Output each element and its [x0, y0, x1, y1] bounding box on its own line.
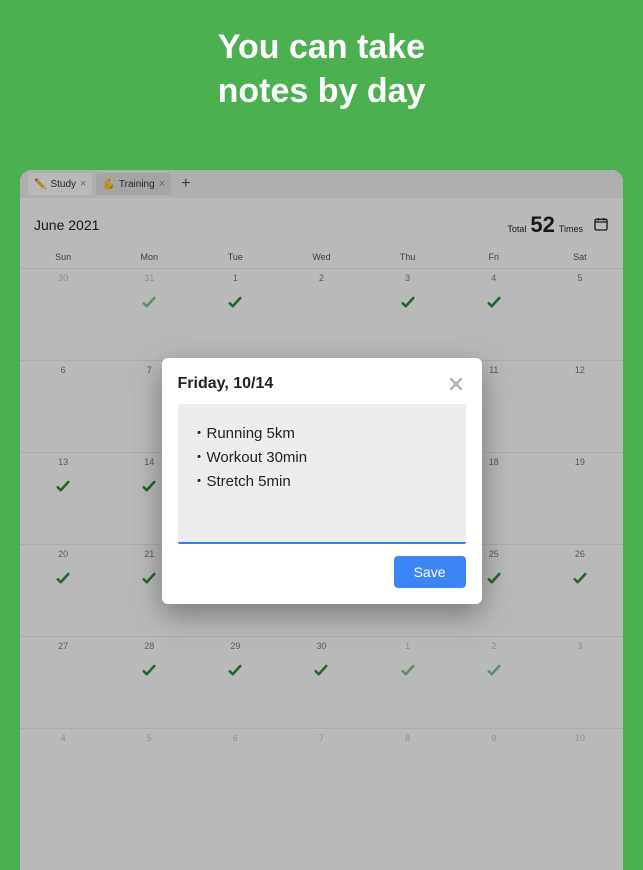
save-button[interactable]: Save — [394, 556, 466, 588]
note-line: ・Running 5km — [192, 422, 452, 446]
hero-line-2: notes by day — [0, 69, 643, 113]
note-line: ・Workout 30min — [192, 446, 452, 470]
hero-line-1: You can take — [0, 25, 643, 69]
app-frame: ✏️ Study × 💪 Training × + June 2021 Tota… — [20, 170, 623, 870]
note-modal: Friday, 10/14 ・Running 5km・Workout 30min… — [162, 358, 482, 604]
close-icon[interactable] — [446, 374, 466, 394]
modal-title: Friday, 10/14 — [178, 375, 274, 393]
hero-heading: You can take notes by day — [0, 0, 643, 143]
note-textarea[interactable]: ・Running 5km・Workout 30min・Stretch 5min — [178, 404, 466, 544]
note-line: ・Stretch 5min — [192, 470, 452, 494]
